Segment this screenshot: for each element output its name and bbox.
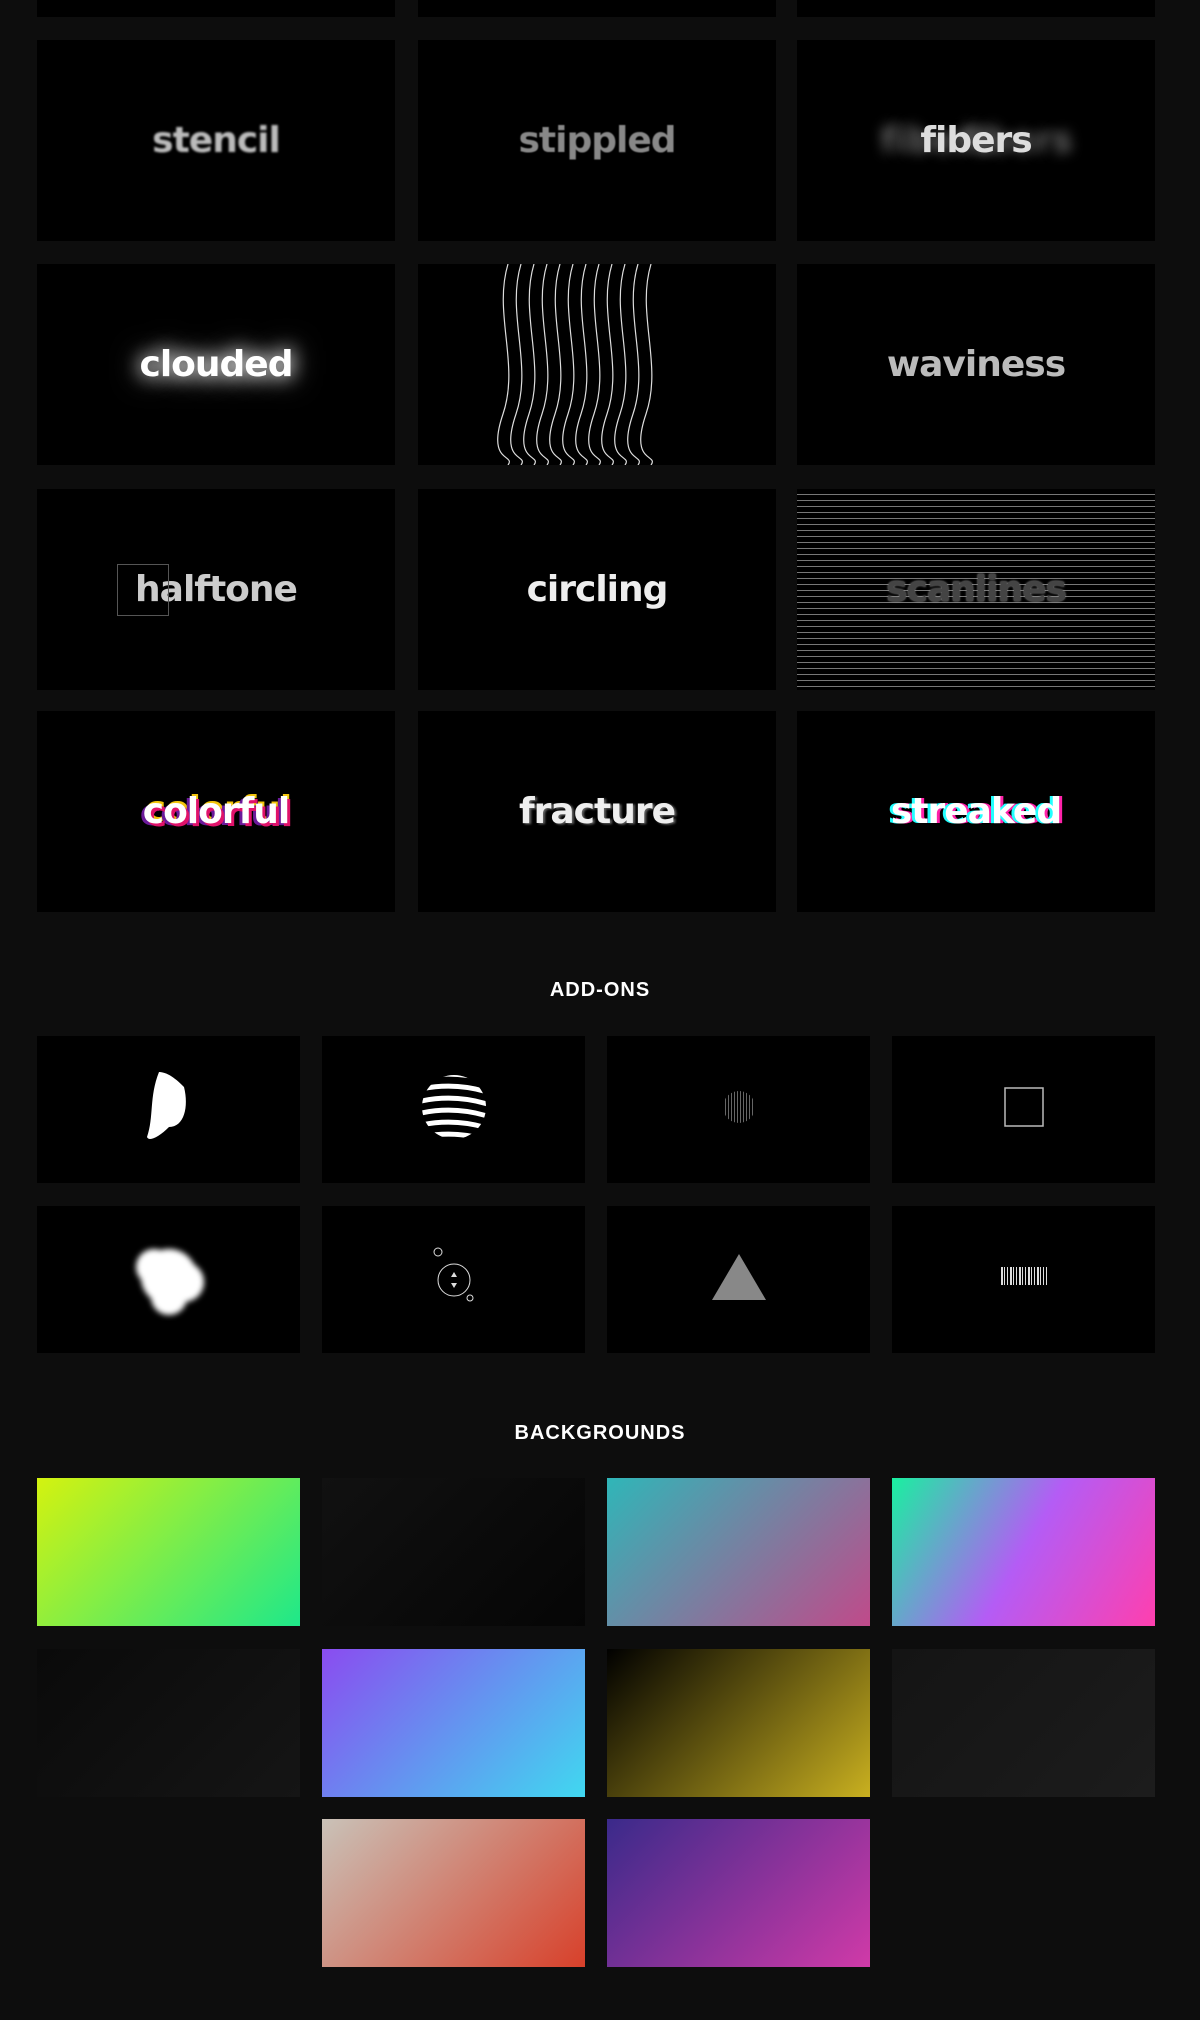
effect-card-fibers[interactable]: fibers — [797, 40, 1155, 241]
effect-card-streaked[interactable]: streaked — [797, 711, 1155, 912]
striped-sphere-icon — [419, 1072, 489, 1147]
dotted-sphere-icon — [719, 1087, 759, 1132]
effect-card-colorful[interactable]: colorful — [37, 711, 395, 912]
square-outline-icon — [1003, 1086, 1045, 1133]
background-thumb-yellow-green-gradient[interactable] — [37, 1478, 300, 1626]
background-thumb-teal-people-photo[interactable] — [607, 1478, 870, 1626]
effect-label: stippled — [518, 120, 676, 161]
addon-card-cloud[interactable] — [37, 1206, 300, 1353]
background-thumb-green-purple-pink-gradient[interactable] — [892, 1478, 1155, 1626]
background-thumb-mirrored-blue-photo[interactable] — [322, 1649, 585, 1797]
background-thumb-yellow-dot-waves[interactable] — [607, 1649, 870, 1797]
contour-lines-graphic — [497, 264, 653, 465]
effect-card-circling[interactable]: circling — [418, 489, 776, 690]
addon-card-barcode[interactable] — [892, 1206, 1155, 1353]
background-thumb-purple-neon-photo[interactable] — [607, 1819, 870, 1967]
effect-card-fracture[interactable]: fracture — [418, 711, 776, 912]
effect-card-halftone[interactable]: halftone — [37, 489, 395, 690]
effect-label: waviness — [886, 344, 1066, 385]
addon-card-circle-target[interactable] — [322, 1206, 585, 1353]
background-thumb-dark-texture[interactable] — [322, 1478, 585, 1626]
effect-card-partial[interactable] — [797, 0, 1155, 17]
effect-card-scanlines[interactable]: scanlines — [797, 489, 1155, 690]
effect-label: streaked — [890, 791, 1062, 832]
effect-label: scanlines — [886, 569, 1067, 610]
addon-card-triangle[interactable] — [607, 1206, 870, 1353]
addon-card-square-outline[interactable] — [892, 1036, 1155, 1183]
backgrounds-heading: BACKGROUNDS — [514, 1422, 686, 1444]
blob-icon — [139, 1067, 199, 1152]
effect-label: fracture — [518, 791, 676, 832]
halftone-box — [117, 564, 169, 616]
effect-card-stencil[interactable]: stencil — [37, 40, 395, 241]
background-thumb-dark-waves[interactable] — [37, 1649, 300, 1797]
addon-card-blob[interactable] — [37, 1036, 300, 1183]
effect-card-partial[interactable] — [418, 0, 776, 17]
effect-card-contour[interactable] — [418, 264, 776, 465]
triangle-icon — [709, 1252, 769, 1307]
addon-card-dotted-sphere[interactable] — [607, 1036, 870, 1183]
addons-heading: ADD-ONS — [549, 979, 651, 1001]
addon-card-striped-sphere[interactable] — [322, 1036, 585, 1183]
effect-card-stippled[interactable]: stippled — [418, 40, 776, 241]
barcode-icon — [1000, 1267, 1048, 1292]
effect-label: circling — [526, 569, 669, 610]
effect-card-partial[interactable] — [37, 0, 395, 17]
cloud-icon — [119, 1227, 219, 1332]
effect-label: colorful — [142, 791, 291, 832]
effect-label: clouded — [139, 344, 294, 385]
background-thumb-dark-grunge[interactable] — [892, 1649, 1155, 1797]
circle-target-icon — [424, 1242, 484, 1317]
effect-label: stencil — [152, 120, 281, 161]
background-thumb-people-room-photo[interactable] — [322, 1819, 585, 1967]
effect-label: fibers — [920, 120, 1032, 161]
effect-card-waviness[interactable]: waviness — [797, 264, 1155, 465]
effect-card-clouded[interactable]: clouded — [37, 264, 395, 465]
